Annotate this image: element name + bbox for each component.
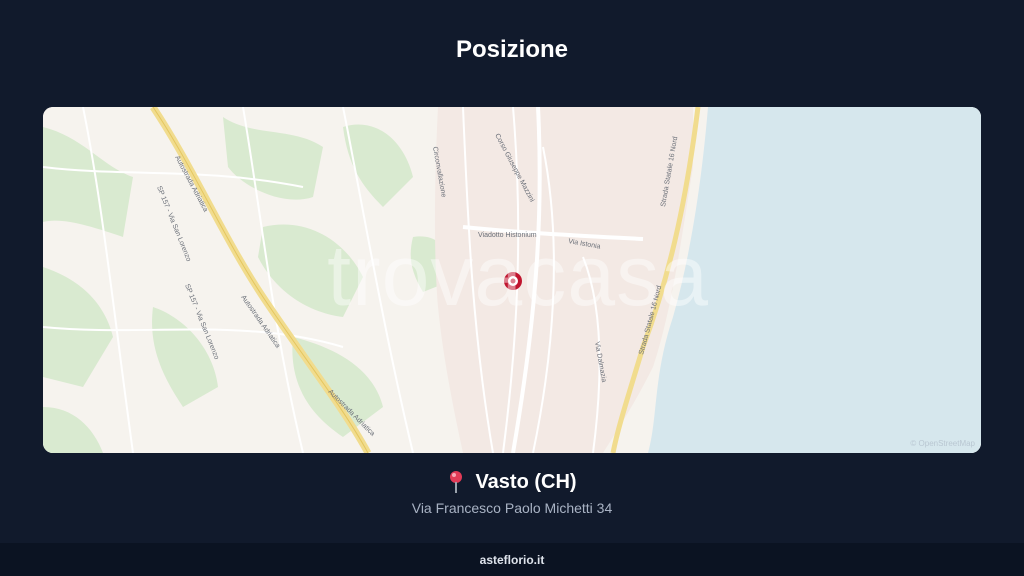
footer-site[interactable]: asteflorio.it bbox=[480, 553, 545, 567]
page-title: Posizione bbox=[455, 36, 569, 63]
map[interactable]: Corso Giuseppe Mazzini Viadotto Histoniu… bbox=[43, 107, 981, 453]
pin-icon bbox=[447, 470, 465, 494]
address: Via Francesco Paolo Michetti 34 bbox=[411, 500, 613, 516]
location-row: Vasto (CH) bbox=[0, 470, 1024, 494]
watermark: trovacasa bbox=[327, 228, 709, 324]
city-name: Vasto (CH) bbox=[475, 470, 577, 493]
map-attribution[interactable]: © OpenStreetMap bbox=[910, 439, 975, 448]
footer: asteflorio.it bbox=[0, 543, 1024, 576]
